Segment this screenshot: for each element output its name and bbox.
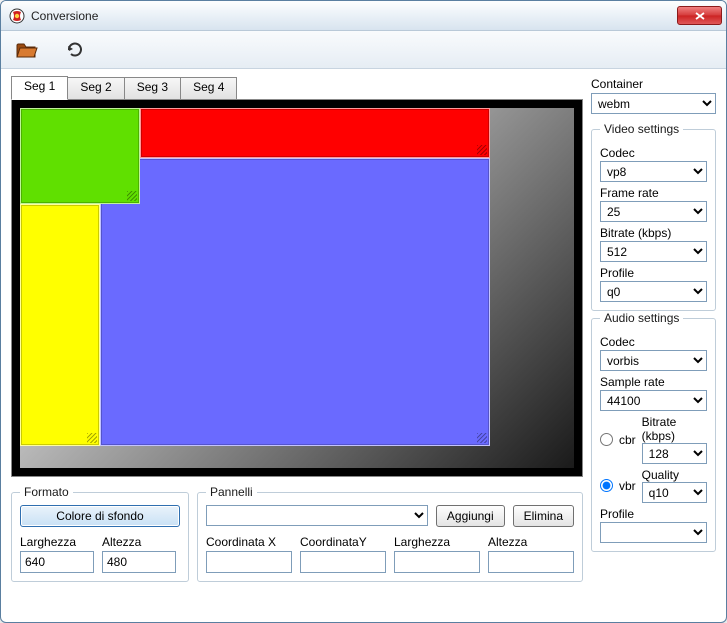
audio-bitrate-label: Bitrate (kbps) (642, 415, 707, 443)
panel-blue[interactable] (100, 158, 490, 446)
samplerate-label: Sample rate (600, 375, 707, 389)
audio-settings-legend: Audio settings (600, 311, 683, 325)
video-settings-legend: Video settings (600, 122, 683, 136)
vbr-label: vbr (619, 479, 636, 493)
pannelli-group: Pannelli Aggiungi Elimina Coordinata X (197, 485, 583, 582)
altezza-input[interactable] (102, 551, 176, 573)
refresh-button[interactable] (59, 36, 91, 64)
app-icon (9, 8, 25, 24)
tab-seg-2[interactable]: Seg 2 (67, 77, 124, 99)
open-folder-button[interactable] (11, 36, 43, 64)
close-button[interactable] (677, 6, 722, 25)
container-label: Container (591, 77, 716, 91)
window-title: Conversione (31, 9, 677, 23)
delete-panel-button[interactable]: Elimina (513, 505, 574, 527)
panel-select[interactable] (206, 505, 428, 526)
samplerate-select[interactable]: 44100 (600, 390, 707, 411)
video-settings-group: Video settings Codec vp8 Frame rate 25 B… (591, 122, 716, 311)
panel-altezza-input[interactable] (488, 551, 574, 573)
canvas-area (11, 99, 583, 477)
video-profile-label: Profile (600, 266, 707, 280)
pannelli-legend: Pannelli (206, 485, 257, 499)
cbr-label: cbr (619, 433, 636, 447)
audio-profile-select[interactable] (600, 522, 707, 543)
panel-larghezza-label: Larghezza (394, 535, 480, 549)
video-bitrate-label: Bitrate (kbps) (600, 226, 707, 240)
quality-select[interactable]: q10 (642, 482, 707, 503)
formato-legend: Formato (20, 485, 73, 499)
tab-seg-1[interactable]: Seg 1 (11, 76, 68, 100)
panel-altezza-label: Altezza (488, 535, 574, 549)
coordx-label: Coordinata X (206, 535, 292, 549)
altezza-label: Altezza (102, 535, 176, 549)
formato-group: Formato Colore di sfondo Larghezza Altez… (11, 485, 189, 582)
panel-larghezza-input[interactable] (394, 551, 480, 573)
video-bitrate-select[interactable]: 512 (600, 241, 707, 262)
video-profile-select[interactable]: q0 (600, 281, 707, 302)
larghezza-input[interactable] (20, 551, 94, 573)
canvas[interactable] (20, 108, 574, 468)
video-codec-label: Codec (600, 146, 707, 160)
add-panel-button[interactable]: Aggiungi (436, 505, 505, 527)
panel-yellow[interactable] (20, 204, 100, 446)
audio-bitrate-select[interactable]: 128 (642, 443, 707, 464)
video-codec-select[interactable]: vp8 (600, 161, 707, 182)
container-select[interactable]: webm (591, 93, 716, 114)
toolbar (1, 31, 726, 69)
panel-green[interactable] (20, 108, 140, 204)
coordy-input[interactable] (300, 551, 386, 573)
tab-seg-3[interactable]: Seg 3 (124, 77, 181, 99)
framerate-select[interactable]: 25 (600, 201, 707, 222)
larghezza-label: Larghezza (20, 535, 94, 549)
audio-settings-group: Audio settings Codec vorbis Sample rate … (591, 311, 716, 552)
cbr-radio[interactable] (600, 433, 613, 446)
vbr-radio[interactable] (600, 479, 613, 492)
quality-label: Quality (642, 468, 707, 482)
coordy-label: CoordinataY (300, 535, 386, 549)
panel-red[interactable] (140, 108, 490, 158)
segment-tabs: Seg 1 Seg 2 Seg 3 Seg 4 (11, 75, 583, 99)
background-color-button[interactable]: Colore di sfondo (20, 505, 180, 527)
audio-codec-select[interactable]: vorbis (600, 350, 707, 371)
framerate-label: Frame rate (600, 186, 707, 200)
tab-seg-4[interactable]: Seg 4 (180, 77, 237, 99)
coordx-input[interactable] (206, 551, 292, 573)
audio-codec-label: Codec (600, 335, 707, 349)
titlebar: Conversione (1, 1, 726, 31)
audio-profile-label: Profile (600, 507, 707, 521)
